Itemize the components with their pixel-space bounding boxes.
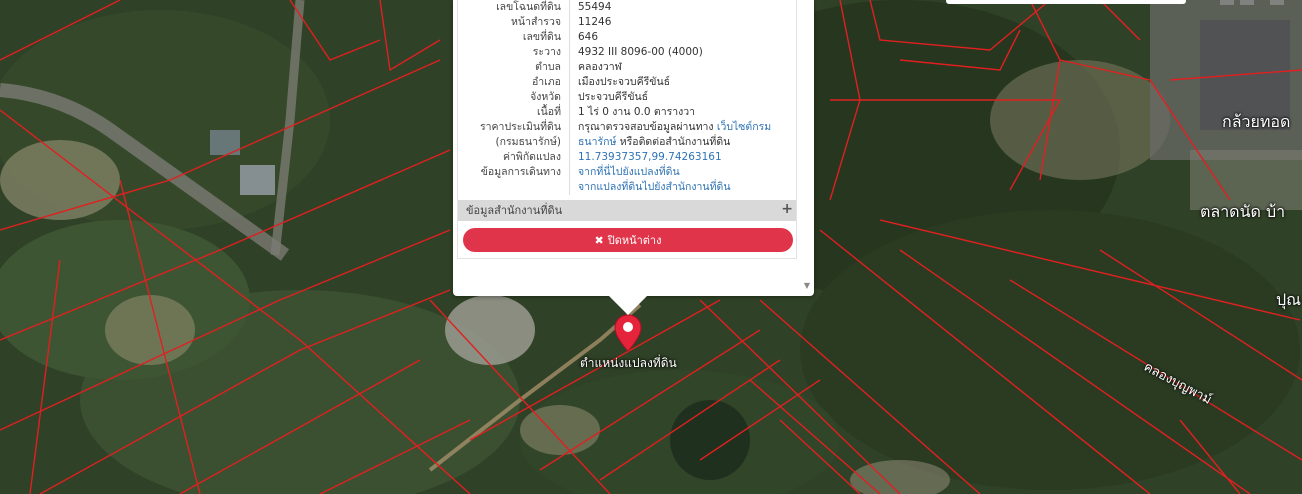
table-row: เลขที่ดิน 646 bbox=[458, 30, 796, 45]
info-value: 646 bbox=[578, 31, 599, 43]
close-window-label: ปิดหน้าต่าง bbox=[607, 234, 662, 247]
info-value: 55494 bbox=[578, 1, 612, 13]
price-text: กรุณาตรวจสอบข้อมูลผ่านทาง bbox=[578, 121, 714, 133]
treasury-website-link[interactable]: เว็บไซต์กรม bbox=[717, 121, 771, 133]
table-row: เนื้อที่ 1 ไร่ 0 งาน 0.0 ตารางวา bbox=[458, 105, 796, 120]
map-control-button[interactable] bbox=[1240, 0, 1254, 5]
coords-key: ค่าพิกัดแปลง bbox=[458, 150, 570, 165]
directions-to-office-link[interactable]: จากแปลงที่ดินไปยังสำนักงานที่ดิน bbox=[578, 181, 731, 193]
scroll-down-arrow-icon[interactable]: ▼ bbox=[804, 281, 810, 290]
plus-icon: + bbox=[781, 201, 793, 217]
marker-label: ตำแหน่งแปลงที่ดิน bbox=[580, 356, 677, 370]
info-value: 11246 bbox=[578, 16, 612, 28]
land-office-section-label: ข้อมูลสำนักงานที่ดิน bbox=[466, 204, 563, 217]
table-row: ค่าพิกัดแปลง 11.73937357,99.74263161 bbox=[458, 150, 796, 165]
treasury-website-link[interactable]: ธนารักษ์ bbox=[578, 136, 616, 148]
price-contact-text: หรือติดต่อสำนักงานที่ดิน bbox=[619, 136, 731, 148]
table-row: ราคาประเมินที่ดิน (กรมธนารักษ์) กรุณาตรว… bbox=[458, 120, 796, 150]
directions-to-parcel-link[interactable]: จากที่นี่ไปยังแปลงที่ดิน bbox=[578, 166, 680, 178]
info-key: ตำบล bbox=[458, 60, 570, 75]
info-key: หน้าสำรวจ bbox=[458, 15, 570, 30]
popup-arrow bbox=[608, 295, 648, 315]
table-row: จังหวัด ประจวบคีรีขันธ์ bbox=[458, 90, 796, 105]
parcel-info-panel: เลขโฉนดที่ดิน 55494 หน้าสำรวจ 11246 เลขที่ดิ… bbox=[457, 0, 797, 259]
coords-link[interactable]: 11.73937357,99.74263161 bbox=[578, 151, 722, 163]
close-icon: ✖ bbox=[594, 233, 604, 247]
map-label-kluaithod: กล้วยทอด bbox=[1222, 112, 1291, 131]
info-key: เลขโฉนดที่ดิน bbox=[458, 0, 570, 15]
map-label-pun: ปุณ bbox=[1276, 290, 1301, 309]
info-key: อำเภอ bbox=[458, 75, 570, 90]
parcel-info-table: เลขโฉนดที่ดิน 55494 หน้าสำรวจ 11246 เลขที่ดิ… bbox=[458, 0, 796, 195]
map-pin-icon[interactable] bbox=[614, 314, 642, 352]
table-row: อำเภอ เมืองประจวบคีรีขันธ์ bbox=[458, 75, 796, 90]
search-bar[interactable] bbox=[946, 0, 1186, 4]
info-value: เมืองประจวบคีรีขันธ์ bbox=[578, 76, 671, 88]
info-value: ประจวบคีรีขันธ์ bbox=[578, 91, 649, 103]
info-key: เลขที่ดิน bbox=[458, 30, 570, 45]
map-control-button[interactable] bbox=[1270, 0, 1284, 5]
price-key-line1: ราคาประเมินที่ดิน bbox=[479, 121, 561, 133]
price-key-line2: (กรมธนารักษ์) bbox=[495, 136, 561, 148]
table-row: เลขโฉนดที่ดิน 55494 bbox=[458, 0, 796, 15]
price-value: กรุณาตรวจสอบข้อมูลผ่านทาง เว็บไซต์กรม ธน… bbox=[570, 120, 797, 150]
map-control-button[interactable] bbox=[1220, 0, 1234, 5]
parcel-info-popup: เลขโฉนดที่ดิน 55494 หน้าสำรวจ 11246 เลขที่ดิ… bbox=[453, 0, 814, 296]
info-value: คลองวาฬ bbox=[578, 61, 622, 73]
close-window-button[interactable]: ✖ ปิดหน้าต่าง bbox=[463, 228, 793, 252]
land-office-section-toggle[interactable]: ข้อมูลสำนักงานที่ดิน + bbox=[458, 200, 796, 221]
table-row: หน้าสำรวจ 11246 bbox=[458, 15, 796, 30]
table-row: ข้อมูลการเดินทาง จากที่นี่ไปยังแปลงที่ดิ… bbox=[458, 165, 796, 195]
info-key: จังหวัด bbox=[458, 90, 570, 105]
travel-key: ข้อมูลการเดินทาง bbox=[458, 165, 570, 195]
table-row: ตำบล คลองวาฬ bbox=[458, 60, 796, 75]
info-key: ระวาง bbox=[458, 45, 570, 60]
price-key: ราคาประเมินที่ดิน (กรมธนารักษ์) bbox=[458, 120, 570, 150]
info-value: 4932 III 8096-00 (4000) bbox=[578, 46, 703, 58]
info-key: เนื้อที่ bbox=[458, 105, 570, 120]
map-label-talat: ตลาดนัด บ้า bbox=[1200, 202, 1286, 221]
table-row: ระวาง 4932 III 8096-00 (4000) bbox=[458, 45, 796, 60]
info-value: 1 ไร่ 0 งาน 0.0 ตารางวา bbox=[578, 106, 696, 118]
